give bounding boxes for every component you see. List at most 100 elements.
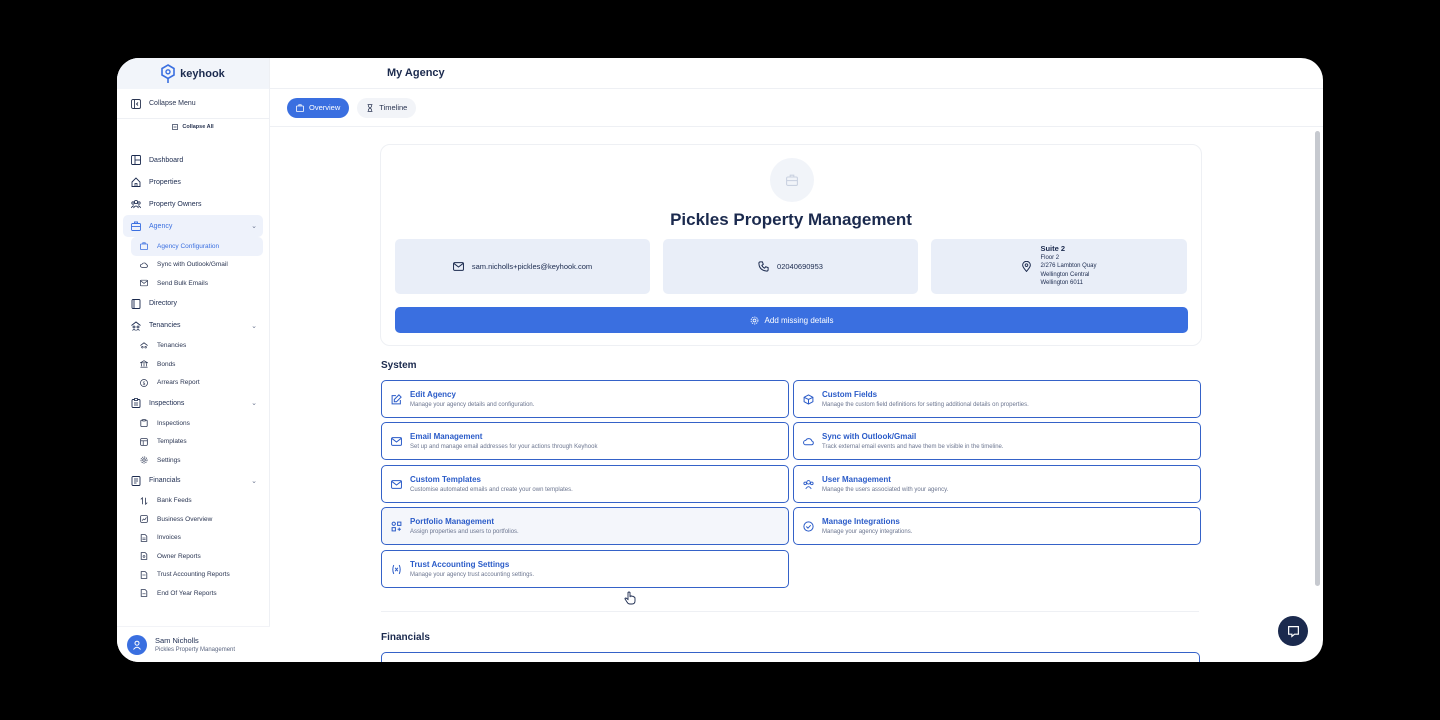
card-title: Manage Integrations: [822, 517, 900, 526]
sidebar-subitem-arrears-report[interactable]: $ Arrears Report: [117, 374, 269, 393]
portfolio-icon: [391, 521, 402, 531]
chevron-down-icon[interactable]: ⌄: [251, 477, 257, 485]
card-portfolio-management[interactable]: Portfolio Management Assign properties an…: [381, 507, 789, 545]
address-line: Suite 2: [1040, 244, 1066, 254]
agency-email[interactable]: sam.nicholls+pickles@keyhook.com: [395, 239, 650, 294]
sidebar-subitem-inspections[interactable]: Inspections: [117, 414, 269, 433]
add-missing-details-button[interactable]: Add missing details: [395, 307, 1188, 333]
user-name: Sam Nicholls: [155, 636, 199, 645]
sidebar-subitem-send-bulk-emails[interactable]: Send Bulk Emails: [117, 274, 269, 293]
template-icon: [139, 437, 149, 447]
chevron-down-icon[interactable]: ⌄: [251, 322, 257, 330]
scrollbar[interactable]: [1315, 131, 1320, 586]
page-title: My Agency: [387, 67, 445, 79]
tab-overview[interactable]: Overview: [287, 97, 350, 118]
sidebar-subitem-tenancies[interactable]: Tenancies: [117, 337, 269, 356]
report-icon: [139, 588, 149, 598]
card-custom-templates[interactable]: Custom Templates Customise automated emai…: [381, 465, 789, 503]
card-manage-integrations[interactable]: Manage Integrations Manage your agency in…: [793, 507, 1201, 545]
mail-icon: [391, 436, 402, 446]
home-icon: [131, 177, 141, 187]
financials-card[interactable]: [381, 652, 1200, 662]
sidebar-subitem-label: Templates: [157, 438, 187, 446]
chat-button[interactable]: [1278, 616, 1308, 646]
agency-logo[interactable]: [770, 158, 814, 202]
chat-icon: [1287, 625, 1299, 638]
sidebar-subitem-templates[interactable]: Templates: [117, 433, 269, 452]
sidebar: keyhook Collapse Menu Collapse All Dashb…: [117, 58, 270, 662]
address-line: Wellington 6011: [1040, 280, 1083, 287]
chevron-down-icon[interactable]: ⌄: [251, 399, 257, 407]
tab-timeline[interactable]: Timeline: [357, 97, 417, 118]
sidebar-subitem-agency-configuration[interactable]: Agency Configuration: [131, 237, 263, 256]
sidebar-item-financials[interactable]: Financials ⌄: [117, 470, 269, 492]
card-user-management[interactable]: User Management Manage the users associat…: [793, 465, 1201, 503]
cloud-icon: [803, 437, 814, 445]
chevron-down-icon[interactable]: ⌄: [251, 222, 257, 230]
clipboard-icon: [131, 398, 141, 408]
sidebar-subitem-label: Settings: [157, 456, 181, 464]
card-desc: Set up and manage email addresses for yo…: [410, 444, 598, 450]
sidebar-subitem-label: Invoices: [157, 534, 181, 542]
sidebar-subitem-invoices[interactable]: Invoices: [117, 529, 269, 548]
sidebar-item-label: Tenancies: [149, 322, 181, 329]
agency-summary-card: Pickles Property Management sam.nicholls…: [380, 144, 1202, 346]
ledger-icon: [131, 475, 141, 486]
card-desc: Track external email events and have the…: [822, 444, 1004, 450]
sidebar-subitem-business-overview[interactable]: Business Overview: [117, 510, 269, 529]
location-pin-icon: [1022, 261, 1032, 272]
hand-cursor-icon: [624, 591, 636, 605]
sidebar-subitem-label: Bonds: [157, 360, 176, 368]
card-title: Sync with Outlook/Gmail: [822, 432, 917, 441]
sidebar-item-directory[interactable]: Directory: [117, 293, 269, 315]
sidebar-item-label: Inspections: [149, 399, 185, 407]
sidebar-subitem-owner-reports[interactable]: Owner Reports: [117, 547, 269, 566]
sidebar-nav: Dashboard Properties Property Owners Age…: [117, 135, 269, 603]
collapse-menu-label: Collapse Menu: [149, 100, 196, 107]
briefcase-icon: [786, 174, 798, 186]
sidebar-subitem-bank-feeds[interactable]: Bank Feeds: [117, 492, 269, 511]
sidebar-subitem-end-of-year-reports[interactable]: End Of Year Reports: [117, 584, 269, 603]
sidebar-subitem-label: Business Overview: [157, 515, 213, 523]
card-sync-outlook-gmail[interactable]: Sync with Outlook/Gmail Track external em…: [793, 422, 1201, 460]
card-desc: Manage the users associated with your ag…: [822, 487, 949, 493]
card-trust-accounting-settings[interactable]: Trust Accounting Settings Manage your age…: [381, 550, 789, 588]
app-window: keyhook Collapse Menu Collapse All Dashb…: [117, 58, 1323, 662]
sidebar-subitem-label: Arrears Report: [157, 379, 200, 387]
sidebar-subitem-trust-accounting-reports[interactable]: Trust Accounting Reports: [117, 566, 269, 585]
briefcase-icon: [296, 103, 304, 112]
edit-icon: [391, 393, 402, 404]
sidebar-item-agency[interactable]: Agency ⌄: [123, 215, 263, 237]
sidebar-subitem-settings[interactable]: Settings: [117, 451, 269, 470]
collapse-menu-button[interactable]: Collapse Menu: [117, 89, 269, 119]
brand[interactable]: keyhook: [117, 58, 269, 89]
sidebar-item-dashboard[interactable]: Dashboard: [117, 149, 269, 171]
sidebar-subitem-sync-outlook-gmail[interactable]: Sync with Outlook/Gmail: [117, 256, 269, 275]
card-desc: Assign properties and users to portfolio…: [410, 529, 519, 535]
sidebar-item-property-owners[interactable]: Property Owners: [117, 193, 269, 215]
sidebar-item-properties[interactable]: Properties: [117, 171, 269, 193]
header: My Agency: [270, 58, 1323, 89]
tenancies-icon: [131, 320, 141, 331]
collapse-all-button[interactable]: Collapse All: [117, 119, 269, 135]
sidebar-subitem-bonds[interactable]: Bonds: [117, 355, 269, 374]
agency-address[interactable]: Suite 2 Floor 2 2/276 Lambton Quay Welli…: [931, 239, 1187, 294]
sidebar-item-inspections[interactable]: Inspections ⌄: [117, 392, 269, 414]
card-email-management[interactable]: Email Management Set up and manage email …: [381, 422, 789, 460]
card-title: Custom Templates: [410, 475, 481, 484]
sidebar-subitem-label: Sync with Outlook/Gmail: [157, 261, 228, 269]
clipboard-icon: [139, 418, 149, 428]
card-title: Portfolio Management: [410, 517, 495, 526]
card-edit-agency[interactable]: Edit Agency Manage your agency details an…: [381, 380, 789, 418]
report-icon: [139, 570, 149, 580]
card-custom-fields[interactable]: Custom Fields Manage the custom field def…: [793, 380, 1201, 418]
sidebar-item-tenancies[interactable]: Tenancies ⌄: [117, 315, 269, 337]
dollar-icon: $: [139, 378, 149, 388]
user-profile[interactable]: Sam Nicholls Pickles Property Management: [117, 626, 270, 662]
mail-icon: [452, 262, 464, 271]
tab-label: Overview: [309, 103, 341, 112]
hourglass-icon: [367, 103, 373, 112]
card-title: User Management: [822, 475, 891, 484]
briefcase-icon: [139, 241, 149, 251]
agency-phone[interactable]: 02040690953: [663, 239, 918, 294]
